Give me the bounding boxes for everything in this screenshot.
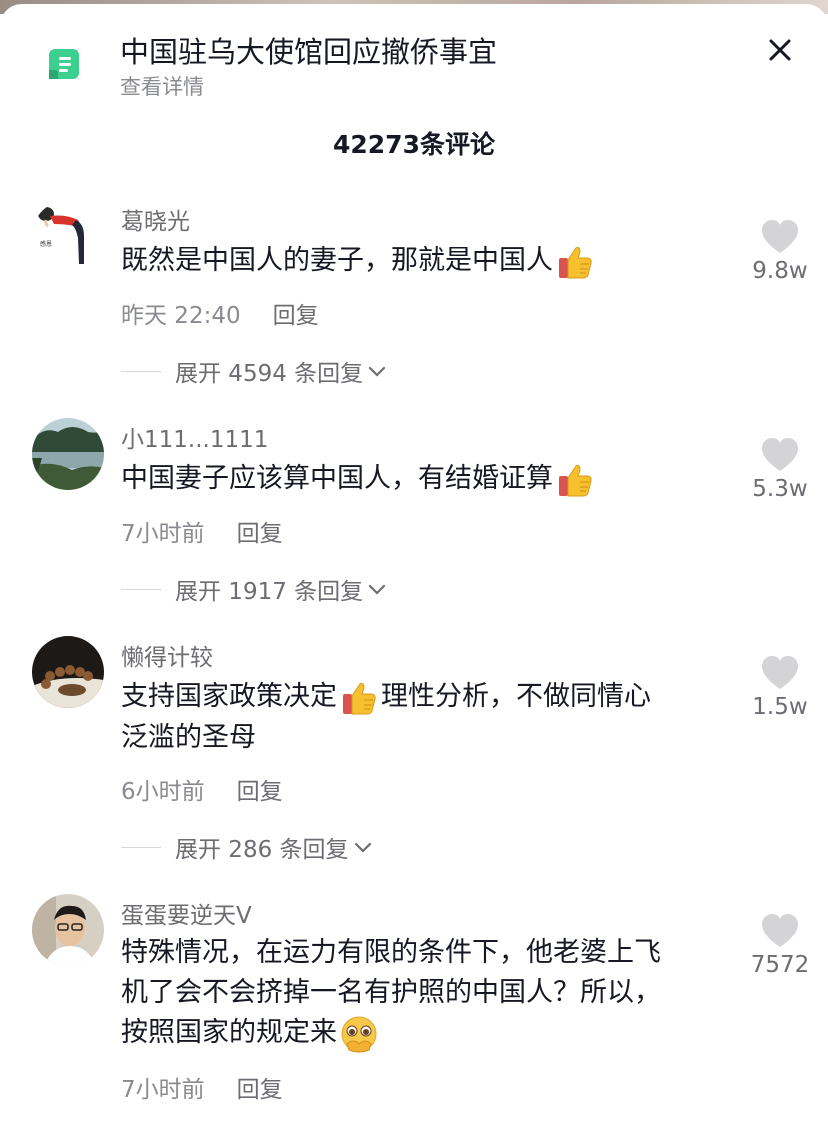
expand-replies-label: 展开 286 条回复 <box>175 837 349 863</box>
divider <box>121 588 161 590</box>
comment-sheet: 中国驻乌大使馆回应撤侨事宜 查看详情 42273条评论 感恩 葛晓光 既然是中国… <box>0 4 828 1125</box>
expand-replies-label: 展开 1917 条回复 <box>175 579 364 605</box>
chevron-down-icon <box>354 842 371 853</box>
like-count: 9.8w <box>752 258 808 284</box>
username[interactable]: 懒得计较 <box>121 638 213 672</box>
chevron-down-icon <box>369 366 386 377</box>
comment-text-body: 理性分析，不做同情心 <box>381 681 651 712</box>
avatar[interactable] <box>32 894 104 966</box>
expand-replies-button[interactable]: 展开 4594 条回复 <box>121 354 387 388</box>
comment-text: 支持国家政策决定 理性分析，不做同情心 泛滥的圣母 <box>121 677 731 758</box>
pleading-face-icon <box>341 1016 377 1052</box>
avatar[interactable] <box>32 418 104 490</box>
comment-meta: 昨天 22:40 回复 <box>121 296 319 330</box>
like-button[interactable]: 5.3w <box>740 438 820 502</box>
comment-text-body: 既然是中国人的妻子，那就是中国人 <box>121 245 553 276</box>
like-button[interactable]: 9.8w <box>740 220 820 284</box>
username[interactable]: 小111...1111 <box>121 420 268 454</box>
reply-button[interactable]: 回复 <box>237 1077 283 1103</box>
comment-meta: 7小时前 回复 <box>121 1070 283 1104</box>
expand-replies-button[interactable]: 展开 286 条回复 <box>121 830 373 864</box>
like-count: 7572 <box>750 952 810 978</box>
topic-details-link[interactable]: 查看详情 <box>120 71 204 101</box>
comment-text: 既然是中国人的妻子，那就是中国人 <box>121 241 731 282</box>
comment-meta: 7小时前 回复 <box>121 514 283 548</box>
comment-text-body: 泛滥的圣母 <box>121 721 256 753</box>
expand-replies-button[interactable]: 展开 1917 条回复 <box>121 572 387 606</box>
comment-meta: 6小时前 回复 <box>121 772 283 806</box>
username[interactable]: 葛晓光 <box>121 202 190 236</box>
comment-time: 7小时前 <box>121 521 205 547</box>
divider <box>121 846 161 848</box>
like-count: 1.5w <box>752 694 808 720</box>
comment-text-body: 特殊情况，在运力有限的条件下，他老婆上飞 <box>121 937 661 968</box>
chevron-down-icon <box>369 584 386 595</box>
comment-time: 7小时前 <box>121 1077 205 1103</box>
reply-button[interactable]: 回复 <box>273 303 319 329</box>
comment-text-body: 支持国家政策决定 <box>121 681 337 712</box>
thumbs-up-icon <box>343 682 376 714</box>
like-button[interactable]: 1.5w <box>740 656 820 720</box>
expand-replies-label: 展开 4594 条回复 <box>175 361 364 387</box>
reply-button[interactable]: 回复 <box>237 521 283 547</box>
divider <box>121 370 161 372</box>
comment-text-body: 按照国家的规定来 <box>121 1017 337 1048</box>
like-count: 5.3w <box>752 476 808 502</box>
avatar-text: 感恩 <box>40 240 52 248</box>
comment-text-body: 机了会不会挤掉一名有护照的中国人？所以， <box>121 977 661 1008</box>
heart-icon <box>762 438 798 471</box>
thumbs-up-icon <box>559 246 592 278</box>
heart-icon <box>762 656 798 689</box>
thumbs-up-icon <box>559 464 592 496</box>
comment-time: 昨天 22:40 <box>121 303 241 329</box>
topic-doc-icon[interactable] <box>49 49 79 79</box>
reply-button[interactable]: 回复 <box>237 779 283 805</box>
comment-text: 中国妻子应该算中国人，有结婚证算 <box>121 459 731 500</box>
comment-text: 特殊情况，在运力有限的条件下，他老婆上飞 机了会不会挤掉一名有护照的中国人？所以… <box>121 933 731 1054</box>
avatar[interactable] <box>32 636 104 708</box>
comment-text-body: 中国妻子应该算中国人，有结婚证算 <box>121 463 553 494</box>
close-icon[interactable] <box>764 34 796 66</box>
heart-icon <box>762 914 798 947</box>
comment-time: 6小时前 <box>121 779 205 805</box>
like-button[interactable]: 7572 <box>740 914 820 978</box>
username[interactable]: 蛋蛋要逆天V <box>121 896 252 930</box>
topic-title[interactable]: 中国驻乌大使馆回应撤侨事宜 <box>120 29 497 71</box>
avatar[interactable]: 感恩 <box>32 200 104 272</box>
comment-count: 42273条评论 <box>333 130 495 159</box>
heart-icon <box>762 220 798 253</box>
